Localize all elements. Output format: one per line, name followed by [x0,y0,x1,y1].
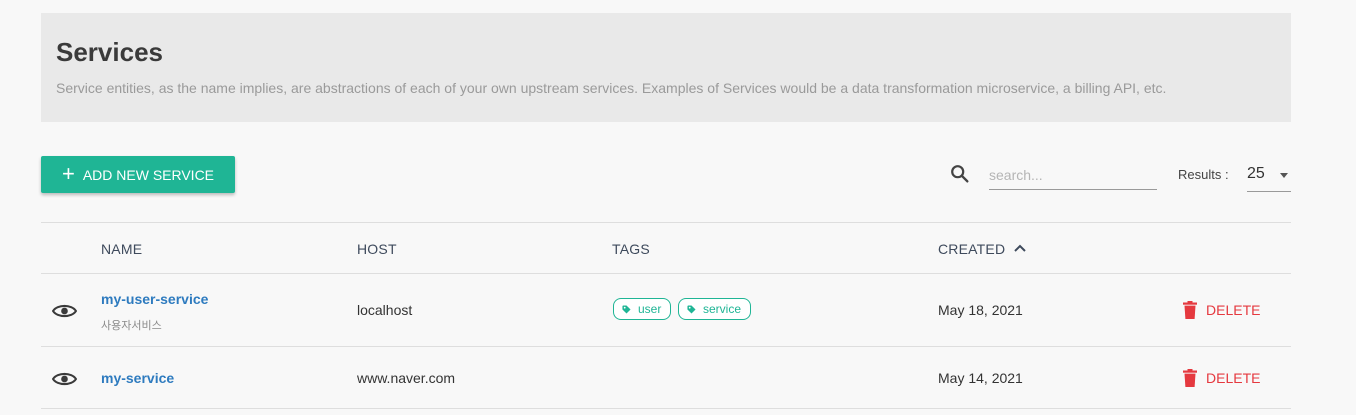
trash-icon [1183,301,1197,319]
column-header-created[interactable]: CREATED [938,241,1005,257]
tag-chip[interactable]: service [678,298,752,320]
column-header-tags[interactable]: TAGS [612,241,650,257]
divider [41,273,1291,274]
service-name-link[interactable]: my-service [101,370,174,386]
results-label: Results : [1178,167,1229,182]
search-input[interactable] [989,161,1157,190]
page-header: Services Service entities, as the name i… [41,13,1291,122]
sort-ascending-icon[interactable] [1013,242,1027,254]
add-new-service-button[interactable]: + ADD NEW SERVICE [41,156,235,193]
delete-button[interactable]: DELETE [1183,301,1260,319]
delete-label: DELETE [1206,370,1261,386]
divider [41,222,1291,223]
trash-icon [1183,369,1197,387]
service-host: localhost [357,302,413,318]
tag-chip[interactable]: user [613,298,672,320]
service-created: May 14, 2021 [938,370,1023,386]
delete-label: DELETE [1206,302,1261,318]
service-host: www.naver.com [357,370,456,386]
results-per-page-value: 25 [1247,165,1265,182]
divider [41,408,1291,409]
chevron-down-icon [1280,173,1288,178]
page-title: Services [56,37,163,67]
delete-button[interactable]: DELETE [1183,369,1260,387]
tag-label: user [638,302,662,316]
page-description: Service entities, as the name implies, a… [56,80,1167,96]
divider [41,346,1291,347]
eye-icon[interactable] [52,370,77,388]
plus-icon: + [61,160,75,186]
service-created: May 18, 2021 [938,302,1023,318]
column-header-name[interactable]: NAME [101,241,142,257]
add-new-service-label: ADD NEW SERVICE [82,166,215,183]
service-subname: 사용자서비스 [101,320,162,332]
tag-icon [687,304,696,314]
service-name-link[interactable]: my-user-service [101,291,208,307]
column-header-host[interactable]: HOST [357,241,397,257]
eye-icon[interactable] [52,302,77,320]
tag-icon [622,304,631,314]
results-per-page-select[interactable]: 25 [1247,160,1291,192]
search-icon[interactable] [949,163,971,185]
tag-label: service [703,302,742,316]
